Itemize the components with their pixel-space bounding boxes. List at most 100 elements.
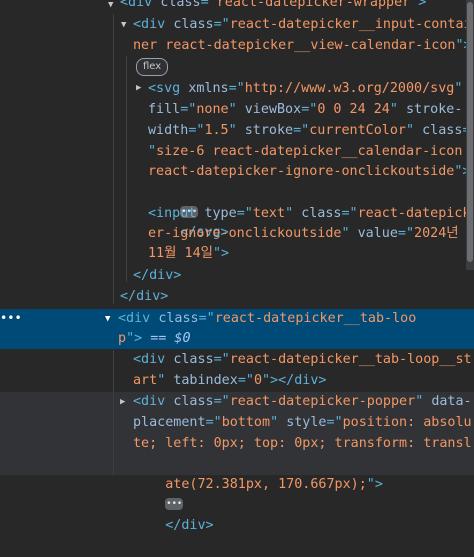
expand-arrow-right-icon[interactable]: ▶ — [120, 392, 125, 412]
dom-node-line[interactable]: ate(72.381px, 170.667px);"> ••• </div> — [133, 454, 383, 533]
token-tag: " — [270, 415, 287, 430]
dom-node-line[interactable]: width="1.5" stroke="currentColor" class= — [148, 121, 471, 142]
token-tag: <div — [118, 311, 159, 326]
token-attr: class — [422, 123, 463, 138]
dom-node-line[interactable]: te; left: 0px; top: 0px; transform: tran… — [133, 434, 472, 455]
dom-node-line[interactable]: ••• </svg> — [148, 182, 229, 240]
token-attr: style — [286, 415, 327, 430]
token-val: react-datepicker-popper — [229, 394, 416, 409]
token-tag: " — [406, 123, 423, 138]
expand-arrow-down-icon[interactable]: ▼ — [108, 0, 113, 15]
dom-node-line[interactable]: <div class="react-datepicker-popper" dat… — [133, 392, 472, 413]
token-val: react-datepick — [357, 206, 471, 221]
token-tag: " — [228, 102, 245, 117]
token-attr: data- — [431, 394, 472, 409]
dom-node-line[interactable]: <div class="react-datepicker-wrapper"> — [120, 0, 426, 14]
dom-node-line[interactable]: p"> == $0 — [118, 329, 191, 350]
scrollbar-thumb[interactable] — [467, 2, 473, 262]
dom-node-line[interactable]: "size-6 react-datepicker__calendar-icon — [148, 142, 462, 163]
dom-node-line[interactable]: </div> — [120, 287, 168, 308]
token-tag: =" — [198, 311, 215, 326]
dom-node-line[interactable]: <input type="text" class="react-datepick — [148, 204, 471, 225]
token-tag: </div> — [133, 268, 182, 283]
token-attr: value — [357, 226, 398, 241]
token-tag: "> — [212, 246, 230, 261]
token-val: 0 — [253, 373, 262, 388]
token-tag: =" — [237, 373, 254, 388]
token-tag: =" — [200, 0, 217, 10]
token-attr: class — [173, 394, 214, 409]
dom-node-line[interactable]: react-datepicker-ignore-onclickoutside"> — [148, 162, 470, 183]
expand-arrow-down-icon[interactable]: ▼ — [121, 15, 126, 35]
token-tag: =" — [213, 352, 230, 367]
token-tag: </div> — [120, 289, 169, 304]
token-tag: " — [341, 226, 358, 241]
token-attr: class — [173, 17, 214, 32]
token-val: currentColor — [309, 123, 406, 138]
token-tag: " — [415, 394, 432, 409]
dom-node-line[interactable]: placement="bottom" style="position: abso… — [133, 413, 472, 434]
token-attr: class — [301, 206, 342, 221]
div-close-tag: </div> — [165, 518, 213, 533]
token-val: 1.5 — [204, 123, 229, 138]
expand-arrow-down-icon[interactable]: ▼ — [105, 309, 110, 329]
token-val: none — [196, 102, 229, 117]
token-val: react-datepicker__tab-loop__st — [229, 352, 472, 367]
token-val: art — [133, 373, 158, 388]
token-attr: viewBox — [244, 102, 302, 117]
token-tag: "></div> — [262, 373, 327, 388]
selected-node-menu-icon[interactable]: ••• — [0, 309, 22, 327]
dom-node-line[interactable]: ner react-datepicker__view-calendar-icon… — [133, 36, 472, 57]
dom-node-line[interactable]: <div class="react-datepicker__tab-loo — [118, 309, 416, 330]
token-tag: =" — [180, 102, 197, 117]
token-val: position: absolu — [342, 415, 472, 430]
token-tag: =" — [213, 394, 230, 409]
token-val: react-datepicker-wrapper — [216, 0, 411, 10]
dom-node-line[interactable]: <div class="react-datepicker__tab-loop__… — [133, 350, 472, 371]
dom-node-line[interactable]: art" tabindex="0"></div> — [133, 371, 327, 392]
token-attr: type — [204, 206, 237, 221]
dom-node-line[interactable]: er-ignore-onclickoutside" value="2024년 — [148, 224, 459, 245]
token-val: p — [118, 331, 127, 346]
token-val: bottom — [221, 415, 271, 430]
indent-guide — [126, 56, 127, 282]
token-tag: =" — [213, 17, 230, 32]
collapsed-content-icon[interactable]: ••• — [165, 498, 184, 510]
token-val: react-datepicker-ignore-onclickoutside — [148, 164, 455, 179]
expand-arrow-right-icon[interactable]: ▶ — [136, 78, 141, 98]
token-attr: stroke — [244, 123, 294, 138]
flex-badge[interactable]: flex — [136, 58, 169, 76]
token-val: ate(72.381px, 170.667px); — [165, 476, 367, 492]
token-val: er-ignore-onclickoutside — [148, 226, 342, 241]
token-tag: " — [148, 144, 157, 159]
token-tag: <svg — [148, 81, 189, 96]
token-tag: <div — [133, 352, 174, 367]
token-attr: class — [158, 311, 199, 326]
token-val: 0 0 24 24 — [317, 102, 390, 117]
token-tag: =" — [236, 206, 253, 221]
token-val: ner react-datepicker__view-calendar-icon — [133, 38, 456, 53]
token-tag: "> — [126, 331, 143, 346]
token-val: react-datepicker__input-contai — [229, 17, 472, 32]
token-tag: =" — [205, 415, 222, 430]
token-tag: " — [228, 123, 245, 138]
token-attr: xmlns — [188, 81, 229, 96]
vertical-scrollbar[interactable] — [466, 0, 474, 270]
dom-node-line[interactable]: </div> — [133, 266, 181, 287]
dom-node-line[interactable]: <div class="react-datepicker__input-cont… — [133, 15, 472, 36]
token-val: http://www.w3.org/2000/svg — [244, 81, 455, 96]
token-tag: =" — [228, 81, 245, 96]
token-tag: =" — [397, 226, 415, 241]
token-tag: " — [157, 373, 174, 388]
style-value: ate(72.381px, 170.667px);"> — [165, 477, 383, 492]
token-tag: " — [389, 102, 406, 117]
dom-node-line[interactable]: 11월 14일"> — [148, 244, 229, 265]
token-tag: <div — [120, 0, 161, 10]
token-attr: tabindex — [173, 373, 238, 388]
dom-node-line[interactable]: fill="none" viewBox="0 0 24 24" stroke- — [148, 100, 462, 121]
dom-node-line[interactable]: <svg xmlns="http://www.w3.org/2000/svg" — [148, 79, 462, 100]
token-tag: <div — [133, 17, 174, 32]
token-tag: </div> — [165, 517, 214, 533]
token-attr: width — [148, 123, 189, 138]
token-tag: =" — [188, 123, 205, 138]
